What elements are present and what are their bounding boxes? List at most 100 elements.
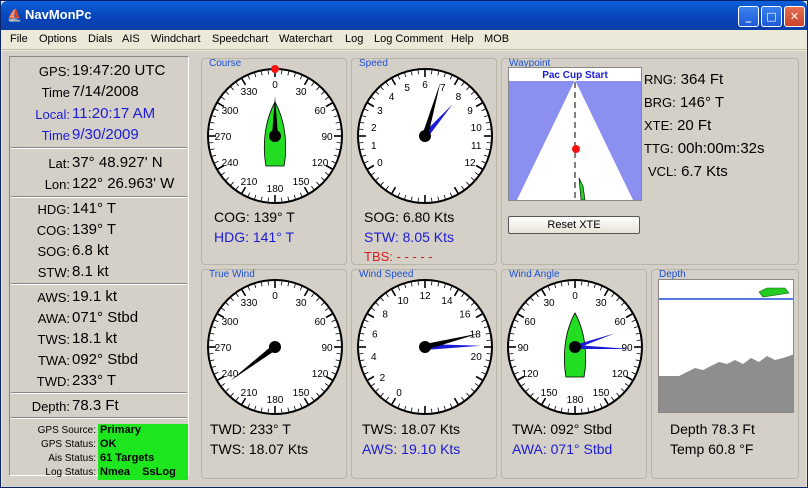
sog-readout: SOG: 6.80 Kts bbox=[364, 209, 455, 225]
hdg-row: HDG: 141° T bbox=[37, 200, 117, 217]
dial-label: 180 bbox=[267, 184, 284, 195]
local-time-row: Local: 11:20:17 AM bbox=[35, 105, 156, 122]
divider bbox=[11, 417, 187, 419]
dial-label: 3 bbox=[377, 106, 383, 117]
tws-readout: TWS: 18.07 Kts bbox=[362, 421, 461, 437]
dial-label: 330 bbox=[241, 87, 258, 98]
ttg-readout: TTG: 00h:00m:32s bbox=[644, 140, 765, 157]
dial-label: 2 bbox=[371, 123, 377, 134]
dial-label: 150 bbox=[293, 388, 310, 399]
rng-readout: RNG: 364 Ft bbox=[644, 71, 724, 88]
waypoint-display: Pac Cup Start bbox=[508, 67, 642, 201]
dial-label: 7 bbox=[440, 83, 446, 94]
dial-label: 60 bbox=[314, 317, 326, 328]
twa-readout: TWA: 092° Stbd bbox=[512, 421, 613, 437]
menu-help[interactable]: Help bbox=[451, 33, 474, 45]
hdg-readout: HDG: 141° T bbox=[214, 229, 295, 245]
dial-label: 30 bbox=[295, 298, 307, 309]
dial-label: 10 bbox=[397, 296, 409, 307]
dial-label: 30 bbox=[543, 298, 555, 309]
client-area: GPS: 19:47:20 UTC Time 7/14/2008 Local: 11:… bbox=[2, 51, 806, 487]
dial-label: 14 bbox=[441, 296, 453, 307]
status-label: GPS Source: bbox=[37, 425, 96, 436]
close-button[interactable]: ✕ bbox=[784, 6, 805, 27]
status-value: Primary bbox=[98, 424, 188, 438]
dial-label: 210 bbox=[241, 388, 258, 399]
menu-log[interactable]: Log bbox=[345, 33, 363, 45]
data-panel: GPS: 19:47:20 UTC Time 7/14/2008 Local: 11:… bbox=[9, 56, 189, 480]
speed-dial: 012345 6 789101112 bbox=[357, 68, 493, 204]
dial-hub bbox=[269, 130, 281, 142]
stw-readout: STW: 8.05 Kts bbox=[364, 229, 455, 245]
waypoint-graphic: Pac Cup Start bbox=[509, 68, 641, 201]
truewind-dial: 0 30 60 90 120150 180 210240 270 300330 bbox=[207, 279, 343, 415]
divider bbox=[11, 392, 187, 394]
xte-readout: XTE: 20 Ft bbox=[644, 117, 712, 134]
title-bar[interactable]: ⛵ NavMonPc _ □ ✕ bbox=[1, 1, 807, 30]
dial-label: 300 bbox=[222, 106, 239, 117]
dial-label: 16 bbox=[459, 310, 471, 321]
status-label: Log Status: bbox=[45, 467, 96, 478]
menu-windchart[interactable]: Windchart bbox=[151, 33, 201, 45]
truewind-panel: True Wind 0 30 60 90 120 150 180 210 240 270 300 33… bbox=[201, 269, 347, 479]
maximize-button[interactable]: □ bbox=[761, 6, 782, 27]
lon-row: Lon: 122° 26.963' W bbox=[44, 175, 175, 192]
status-label: GPS Status: bbox=[40, 439, 96, 450]
dial-label: 270 bbox=[215, 343, 232, 354]
dial-label: 240 bbox=[222, 158, 239, 169]
course-dial: 0 30 60 90 120150 180 210240 270 300330 bbox=[207, 65, 343, 204]
tws-readout: TWS: 18.07 Kts bbox=[210, 441, 309, 457]
divider bbox=[11, 147, 187, 149]
twd-readout: TWD: 233° T bbox=[210, 421, 291, 437]
waypoint-marker bbox=[572, 145, 580, 153]
dial-label: 90 bbox=[321, 132, 333, 143]
menu-bar: File Options Dials AIS Windchart Speedch… bbox=[2, 30, 806, 50]
minimize-button[interactable]: _ bbox=[738, 6, 759, 27]
sog-row: SOG: 6.8 kt bbox=[37, 242, 109, 259]
menu-ais[interactable]: AIS bbox=[122, 33, 140, 45]
dial-label: 4 bbox=[389, 92, 395, 103]
menu-waterchart[interactable]: Waterchart bbox=[279, 33, 332, 45]
depth-row: Depth: 78.3 Ft bbox=[31, 397, 119, 414]
dial-label: 12 bbox=[464, 158, 476, 169]
dial-label: 0 bbox=[272, 291, 278, 302]
divider bbox=[11, 196, 187, 198]
menu-speedchart[interactable]: Speedchart bbox=[212, 33, 268, 45]
cog-readout: COG: 139° T bbox=[214, 209, 295, 225]
minimize-icon: _ bbox=[745, 10, 752, 23]
menu-options[interactable]: Options bbox=[39, 33, 77, 45]
menu-file[interactable]: File bbox=[10, 33, 28, 45]
boat-icon bbox=[758, 287, 790, 298]
seabed-profile bbox=[659, 354, 793, 412]
cog-row: COG: 139° T bbox=[36, 221, 117, 238]
dial-label: 120 bbox=[312, 158, 329, 169]
dial-label: 2 bbox=[380, 373, 386, 384]
menu-dials[interactable]: Dials bbox=[88, 33, 112, 45]
dial-label: 12 bbox=[419, 291, 431, 302]
reset-xte-button[interactable]: Reset XTE bbox=[508, 216, 640, 234]
twa-row: TWA: 092° Stbd bbox=[37, 351, 139, 368]
dial-label: 0 bbox=[396, 388, 402, 399]
depth-graphic bbox=[659, 287, 793, 412]
dial-label: 120 bbox=[612, 369, 629, 380]
dial-label: 120 bbox=[312, 369, 329, 380]
twd-row: TWD: 233° T bbox=[36, 372, 117, 389]
dial-label: 4 bbox=[371, 352, 377, 363]
awa-readout: AWA: 071° Stbd bbox=[512, 441, 613, 457]
menu-log-comment[interactable]: Log Comment bbox=[374, 33, 443, 45]
dial-label: 5 bbox=[404, 83, 410, 94]
menu-mob[interactable]: MOB bbox=[484, 33, 509, 45]
dial-label: 10 bbox=[471, 123, 483, 134]
sailboat-icon: ⛵ bbox=[7, 8, 22, 22]
dial-label: 20 bbox=[471, 352, 483, 363]
depth-chart bbox=[658, 279, 794, 413]
stw-row: STW: 8.1 kt bbox=[37, 263, 109, 280]
app-window: ⛵ NavMonPc _ □ ✕ File Options Dials AIS … bbox=[0, 0, 808, 488]
local-date-row: Time 9/30/2009 bbox=[41, 126, 139, 143]
waypoint-panel: Waypoint Pac Cup Start Reset XTE RNG: 36… bbox=[501, 58, 799, 265]
dial-label: 240 bbox=[222, 369, 239, 380]
dial-label: 0 bbox=[272, 80, 278, 91]
dial-label: 30 bbox=[595, 298, 607, 309]
dial-hub bbox=[269, 341, 281, 353]
status-value: OK bbox=[98, 438, 188, 452]
